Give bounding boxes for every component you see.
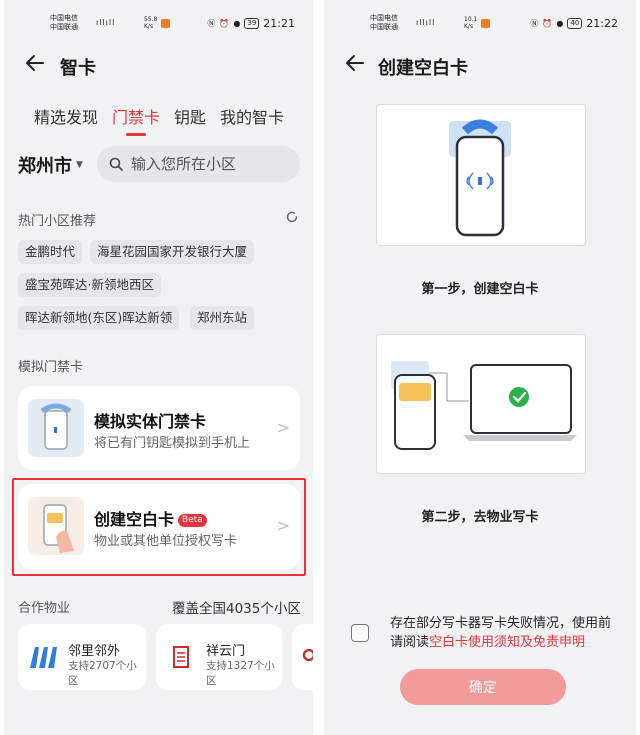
chip-community[interactable]: 盛宝苑晖达·新领地西区 — [18, 273, 161, 297]
battery-level: 39 — [244, 18, 260, 29]
nfc-status-icon: Ⓝ — [207, 19, 216, 28]
network-speed: 55.8 K/s — [144, 16, 158, 30]
carrier-2: 中国联通 — [50, 23, 78, 31]
phone-nfc-thumbnail — [28, 399, 84, 457]
clock: 21:21 — [263, 17, 295, 30]
back-arrow-icon[interactable] — [344, 52, 366, 74]
agreement-notice: 存在部分写卡器写卡失败情况，使用前请阅读空白卡使用须知及免责申明 — [390, 614, 622, 652]
partner-subtitle: 支持1327个小区 — [206, 660, 275, 687]
partner-logo-icon — [302, 648, 313, 662]
terms-link[interactable]: 空白卡使用须知及免责申明 — [429, 635, 585, 650]
tab-keys[interactable]: 钥匙 — [174, 104, 206, 128]
partner-name: 祥云门 — [206, 644, 246, 659]
step1-illustration — [376, 104, 586, 246]
step2-illustration — [376, 334, 586, 474]
chip-community[interactable]: 金鹏时代 — [18, 240, 83, 264]
partner-name: 邻里邻外 — [68, 644, 121, 659]
left-phone-screen: 中国电信 中国联通 ıllıll 55.8 K/s Ⓝ ⏰ ● 39 21:21… — [4, 0, 313, 735]
sim-section-title: 模拟门禁卡 — [18, 360, 84, 375]
search-input[interactable] — [131, 155, 291, 173]
nfc-status-icon: Ⓝ — [530, 19, 539, 28]
coverage-count: 覆盖全国4035个小区 — [172, 601, 301, 617]
tab-my-cards[interactable]: 我的智卡 — [220, 104, 284, 128]
simulate-card-option[interactable]: 模拟实体门禁卡 将已有门钥匙模拟到手机上 > — [18, 386, 300, 470]
hot-section-title: 热门小区推荐 — [18, 214, 97, 229]
status-right: Ⓝ ⏰ ● 40 21:22 — [530, 17, 618, 30]
tab-access-card[interactable]: 门禁卡 — [112, 104, 160, 136]
tab-bar: 精选发现 门禁卡 钥匙 我的智卡 — [34, 104, 284, 136]
confirm-button[interactable]: 确定 — [400, 669, 566, 705]
carrier-1: 中国电信 — [50, 14, 78, 22]
status-bar: 中国电信 中国联通 ıllıll 10.1 K/s Ⓝ ⏰ ● 40 21:22 — [324, 14, 636, 36]
xiangyun-logo-icon — [173, 646, 189, 668]
carrier-1: 中国电信 — [370, 14, 398, 22]
step2-caption: 第二步，去物业写卡 — [421, 510, 539, 525]
signal-icon: ıllıll — [96, 18, 116, 27]
city-name: 郑州市 — [18, 156, 72, 177]
clock: 21:22 — [586, 17, 618, 30]
chevron-right-icon: > — [276, 418, 290, 437]
notification-icon — [481, 19, 490, 28]
status-bar: 中国电信 中国联通 ıllıll 55.8 K/s Ⓝ ⏰ ● 39 21:21 — [4, 14, 313, 36]
highlight-annotation-box — [12, 478, 306, 576]
alarm-icon: ⏰ — [542, 19, 553, 28]
location-icon: ● — [556, 19, 564, 28]
page-title: 智卡 — [60, 58, 96, 79]
network-speed: 10.1 K/s — [464, 16, 478, 30]
battery-level: 40 — [567, 18, 583, 29]
location-icon: ● — [233, 19, 241, 28]
caret-down-icon: ▼ — [76, 160, 83, 170]
status-right: Ⓝ ⏰ ● 39 21:21 — [207, 17, 295, 30]
search-bar[interactable] — [97, 146, 300, 182]
signal-icon: ıllıll — [416, 18, 436, 27]
linli-logo-icon — [30, 647, 57, 668]
back-arrow-icon[interactable] — [24, 52, 46, 74]
partner-card[interactable]: 祥云门 支持1327个小区 — [156, 624, 282, 690]
chip-community[interactable]: 郑州东站 — [190, 306, 255, 330]
partner-subtitle: 支持2707个小区 — [68, 660, 137, 687]
partner-card[interactable]: 邻里邻外 支持2707个小区 — [18, 624, 146, 690]
chip-community[interactable]: 海星花园国家开发银行大厦 — [90, 240, 255, 264]
partner-card-partial[interactable] — [292, 624, 313, 690]
notification-icon — [161, 19, 170, 28]
carrier-info: 中国电信 中国联通 — [50, 14, 78, 32]
carrier-2: 中国联通 — [370, 23, 398, 31]
card-title: 模拟实体门禁卡 — [94, 412, 207, 431]
step1-caption: 第一步，创建空白卡 — [421, 282, 539, 297]
partner-section-title: 合作物业 — [18, 601, 71, 616]
right-phone-screen: 中国电信 中国联通 ıllıll 10.1 K/s Ⓝ ⏰ ● 40 21:22… — [324, 0, 636, 735]
card-subtitle: 将已有门钥匙模拟到手机上 — [94, 436, 251, 451]
page-title: 创建空白卡 — [378, 58, 468, 79]
refresh-icon[interactable] — [285, 210, 299, 224]
agreement-checkbox[interactable] — [351, 624, 369, 642]
search-icon — [109, 157, 123, 171]
carrier-info: 中国电信 中国联通 — [370, 14, 398, 32]
chip-community[interactable]: 晖达新领地(东区)晖达新领 — [18, 306, 180, 330]
tab-discover[interactable]: 精选发现 — [34, 104, 98, 128]
alarm-icon: ⏰ — [219, 19, 230, 28]
city-selector[interactable]: 郑州市 ▼ — [18, 152, 83, 178]
